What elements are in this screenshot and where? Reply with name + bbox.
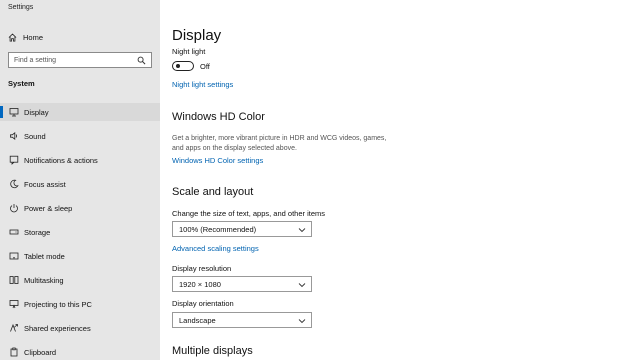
page-title: Display — [172, 27, 222, 44]
multiple-displays-heading: Multiple displays — [172, 345, 253, 357]
scale-dropdown-value: 100% (Recommended) — [179, 224, 257, 234]
search-placeholder: Find a setting — [14, 56, 57, 64]
sidebar: Settings Home Find a setting System Disp… — [0, 0, 160, 360]
sidebar-item-display[interactable]: Display — [0, 103, 160, 121]
monitor-icon — [9, 107, 19, 117]
sidebar-item-label: Notifications & actions — [24, 155, 98, 165]
sidebar-item-tablet-mode[interactable]: Tablet mode — [0, 247, 160, 265]
tablet-icon — [9, 251, 19, 261]
sidebar-item-label: Shared experiences — [24, 323, 91, 333]
storage-icon — [9, 227, 19, 237]
night-light-label: Night light — [172, 47, 206, 56]
sidebar-item-multitasking[interactable]: Multitasking — [0, 271, 160, 289]
sidebar-item-sound[interactable]: Sound — [0, 127, 160, 145]
toggle-knob — [176, 64, 180, 68]
scale-layout-heading: Scale and layout — [172, 186, 254, 198]
resolution-dropdown-value: 1920 × 1080 — [179, 279, 221, 289]
orientation-label: Display orientation — [172, 299, 234, 308]
advanced-scaling-link[interactable]: Advanced scaling settings — [172, 244, 259, 253]
hd-color-description: Get a brighter, more vibrant picture in … — [172, 135, 387, 152]
sidebar-item-power-sleep[interactable]: Power & sleep — [0, 199, 160, 217]
sidebar-item-label: Focus assist — [24, 179, 66, 189]
sidebar-item-label: Projecting to this PC — [24, 299, 92, 309]
orientation-dropdown-value: Landscape — [179, 315, 216, 325]
sidebar-item-label: Multitasking — [24, 275, 64, 285]
clipboard-icon — [9, 347, 19, 357]
night-light-settings-link[interactable]: Night light settings — [172, 80, 233, 89]
hd-color-settings-link[interactable]: Windows HD Color settings — [172, 156, 263, 165]
search-input[interactable]: Find a setting — [8, 52, 152, 68]
home-nav-item[interactable]: Home — [8, 30, 43, 44]
home-label: Home — [23, 32, 44, 42]
sidebar-item-label: Tablet mode — [24, 251, 65, 261]
hd-color-heading: Windows HD Color — [172, 111, 265, 123]
notification-icon — [9, 155, 19, 165]
sidebar-item-label: Power & sleep — [24, 203, 73, 213]
scale-dropdown[interactable]: 100% (Recommended) — [172, 221, 312, 237]
resolution-dropdown[interactable]: 1920 × 1080 — [172, 276, 312, 292]
moon-icon — [9, 179, 19, 189]
speaker-icon — [9, 131, 19, 141]
sidebar-item-label: Sound — [24, 131, 46, 141]
sidebar-item-projecting[interactable]: Projecting to this PC — [0, 295, 160, 313]
sidebar-item-label: Storage — [24, 227, 51, 237]
orientation-dropdown[interactable]: Landscape — [172, 312, 312, 328]
search-icon[interactable] — [137, 56, 146, 65]
window-title: Settings — [8, 4, 34, 11]
shared-icon — [9, 323, 19, 333]
main-panel: Display Night light Off Night light sett… — [172, 0, 632, 360]
home-icon — [8, 33, 17, 42]
chevron-down-icon — [298, 283, 306, 288]
night-light-toggle[interactable] — [172, 61, 194, 71]
resolution-label: Display resolution — [172, 264, 232, 273]
night-light-state: Off — [200, 62, 210, 71]
sidebar-item-label: Display — [24, 107, 49, 117]
chevron-down-icon — [298, 319, 306, 324]
sidebar-item-storage[interactable]: Storage — [0, 223, 160, 241]
sidebar-item-clipboard[interactable]: Clipboard — [0, 343, 160, 360]
scale-label: Change the size of text, apps, and other… — [172, 209, 326, 218]
sidebar-item-label: Clipboard — [24, 347, 57, 357]
sidebar-item-shared-experiences[interactable]: Shared experiences — [0, 319, 160, 337]
section-label-system: System — [8, 79, 35, 88]
sidebar-item-notifications[interactable]: Notifications & actions — [0, 151, 160, 169]
projector-icon — [9, 299, 19, 309]
chevron-down-icon — [298, 228, 306, 233]
sidebar-item-focus-assist[interactable]: Focus assist — [0, 175, 160, 193]
multitasking-icon — [9, 275, 19, 285]
power-icon — [9, 203, 19, 213]
